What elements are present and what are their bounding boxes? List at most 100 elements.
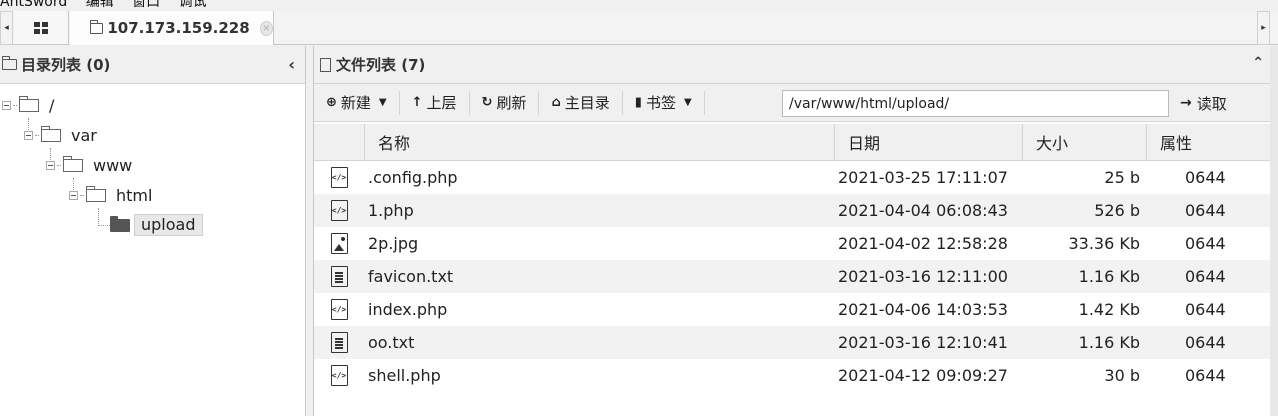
file-date-cell: 2021-04-12 09:09:27 xyxy=(838,366,1008,385)
collapse-panel-button[interactable]: ‹ xyxy=(288,55,295,74)
file-type-cell xyxy=(314,227,364,260)
file-size-cell: 526 b xyxy=(1094,201,1140,220)
file-size-cell: 33.36 Kb xyxy=(1068,234,1140,253)
file-size-cell: 1.16 Kb xyxy=(1078,267,1140,286)
tree-node-label-selected: upload xyxy=(134,214,203,236)
file-name-cell: 2p.jpg xyxy=(368,234,419,253)
tree-node-upload[interactable]: upload xyxy=(110,213,203,237)
file-attr-cell: 0644 xyxy=(1185,300,1226,319)
table-row[interactable]: </> .config.php 2021-03-25 17:11:07 25 b 064… xyxy=(314,161,1271,194)
table-row[interactable]: favicon.txt 2021-03-16 12:11:00 1.16 Kb 064… xyxy=(314,260,1271,293)
file-date-cell: 2021-03-16 12:10:41 xyxy=(838,333,1008,352)
column-header-size[interactable]: 大小 xyxy=(1022,124,1146,160)
bookmark-button[interactable]: ▮ 书签 ▼ xyxy=(623,84,704,122)
text-file-icon xyxy=(330,332,348,353)
table-row[interactable]: 2p.jpg 2021-04-02 12:58:28 33.36 Kb 0644 xyxy=(314,227,1271,260)
tree-node-root[interactable]: / xyxy=(2,93,54,117)
directory-panel: 目录列表 (0) ‹ / var www html upload xyxy=(0,46,306,416)
file-size-cell: 30 b xyxy=(1104,366,1140,385)
file-name-cell: index.php xyxy=(368,300,448,319)
column-header-name[interactable]: 名称 xyxy=(364,124,834,160)
file-type-cell: </> xyxy=(314,293,364,326)
close-icon[interactable]: × xyxy=(259,20,273,36)
folder-icon xyxy=(18,95,39,112)
file-attr-cell: 0644 xyxy=(1185,234,1226,253)
read-button-label: 读取 xyxy=(1196,94,1227,113)
vertical-scrollbar[interactable] xyxy=(1270,46,1278,416)
plus-circle-icon: ⊕ xyxy=(326,95,337,110)
read-button[interactable]: → 读取 xyxy=(1180,84,1227,122)
folder-icon xyxy=(40,125,61,142)
refresh-button-label: 刷新 xyxy=(496,94,527,112)
bookmark-icon: ▮ xyxy=(634,95,642,110)
menu-bar: AntSword 编辑 窗口 调试 xyxy=(0,0,1278,11)
collapse-node-icon[interactable] xyxy=(69,190,78,200)
tree-node-label: / xyxy=(49,95,55,115)
code-file-icon: </> xyxy=(330,167,348,188)
file-name-cell: .config.php xyxy=(368,168,458,187)
expand-panel-button[interactable]: ⌃ xyxy=(1252,55,1264,71)
folder-open-icon xyxy=(110,215,130,232)
file-table: 名称 日期 大小 属性 </> .config.php 2021-03-25 17:… xyxy=(314,124,1271,392)
column-header-date[interactable]: 日期 xyxy=(834,124,1022,160)
refresh-button[interactable]: ↻ 刷新 xyxy=(470,84,539,122)
tab-host[interactable]: 107.173.159.228 × xyxy=(70,11,274,45)
tab-home[interactable] xyxy=(14,11,69,44)
file-list-panel: 文件列表 (7) ⌃ ⊕ 新建 ▼ ↑ 上层 ↻ 刷新 ⌂ 主目录 ▮ 书签 ▼ xyxy=(313,46,1278,416)
tree-node-label: var xyxy=(71,125,97,145)
menu-item-window[interactable]: 窗口 xyxy=(132,0,160,10)
table-row[interactable]: oo.txt 2021-03-16 12:10:41 1.16 Kb 0644 xyxy=(314,326,1271,359)
file-type-cell: </> xyxy=(314,194,364,227)
directory-panel-title: 目录列表 (0) xyxy=(21,56,111,74)
menu-item-debug[interactable]: 调试 xyxy=(179,0,207,10)
directory-panel-header: 目录列表 (0) ‹ xyxy=(0,46,305,84)
image-file-icon xyxy=(330,233,348,254)
caret-down-icon: ▼ xyxy=(683,97,692,108)
file-type-cell: </> xyxy=(314,161,364,194)
path-input[interactable] xyxy=(782,90,1169,117)
refresh-icon: ↻ xyxy=(481,95,493,110)
caret-down-icon: ▼ xyxy=(378,97,387,108)
file-size-cell: 1.42 Kb xyxy=(1078,300,1140,319)
collapse-node-icon[interactable] xyxy=(2,100,11,110)
tree-node-html[interactable]: html xyxy=(69,183,152,207)
code-file-icon: </> xyxy=(330,200,348,221)
table-row[interactable]: </> index.php 2021-04-06 14:03:53 1.42 Kb 06… xyxy=(314,293,1271,326)
folder-outline-icon xyxy=(89,19,104,34)
code-file-icon: </> xyxy=(330,299,348,320)
file-name-cell: 1.php xyxy=(368,201,414,220)
menu-item-edit[interactable]: 编辑 xyxy=(86,0,114,10)
file-type-cell: </> xyxy=(314,359,364,392)
file-attr-cell: 0644 xyxy=(1185,168,1226,187)
column-header-icon xyxy=(314,124,364,160)
collapse-node-icon[interactable] xyxy=(46,160,55,170)
tree-node-www[interactable]: www xyxy=(46,153,132,177)
grid-icon xyxy=(34,21,48,34)
text-file-icon xyxy=(330,266,348,287)
file-size-cell: 1.16 Kb xyxy=(1078,333,1140,352)
arrow-right-icon: → xyxy=(1180,95,1192,111)
arrow-up-icon: ↑ xyxy=(411,95,423,110)
tree-node-var[interactable]: var xyxy=(24,123,97,147)
menu-item-antsword[interactable]: AntSword xyxy=(0,0,67,10)
tab-scroll-right-button[interactable]: ▸ xyxy=(1257,11,1270,45)
home-icon: ⌂ xyxy=(551,95,561,110)
file-date-cell: 2021-04-04 06:08:43 xyxy=(838,201,1008,220)
collapse-node-icon[interactable] xyxy=(24,130,33,140)
table-row[interactable]: </> 1.php 2021-04-04 06:08:43 526 b 0644 xyxy=(314,194,1271,227)
column-header-attr[interactable]: 属性 xyxy=(1146,124,1271,160)
file-outline-icon xyxy=(320,57,331,72)
tab-scroll-left-button[interactable]: ◂ xyxy=(0,11,13,45)
up-button[interactable]: ↑ 上层 xyxy=(400,84,469,122)
file-name-cell: favicon.txt xyxy=(368,267,454,286)
tab-bar: ◂ 107.173.159.228 × ▸ xyxy=(0,11,1278,45)
new-button[interactable]: ⊕ 新建 ▼ xyxy=(314,84,399,122)
folder-outline-icon xyxy=(1,56,17,70)
home-dir-button[interactable]: ⌂ 主目录 xyxy=(539,84,621,122)
bookmark-button-label: 书签 xyxy=(645,94,676,112)
table-row[interactable]: </> shell.php 2021-04-12 09:09:27 30 b 0644 xyxy=(314,359,1271,392)
file-attr-cell: 0644 xyxy=(1185,366,1226,385)
tree-node-label: www xyxy=(93,155,133,175)
table-header: 名称 日期 大小 属性 xyxy=(314,124,1271,161)
file-toolbar: ⊕ 新建 ▼ ↑ 上层 ↻ 刷新 ⌂ 主目录 ▮ 书签 ▼ → 读取 xyxy=(314,84,1278,122)
